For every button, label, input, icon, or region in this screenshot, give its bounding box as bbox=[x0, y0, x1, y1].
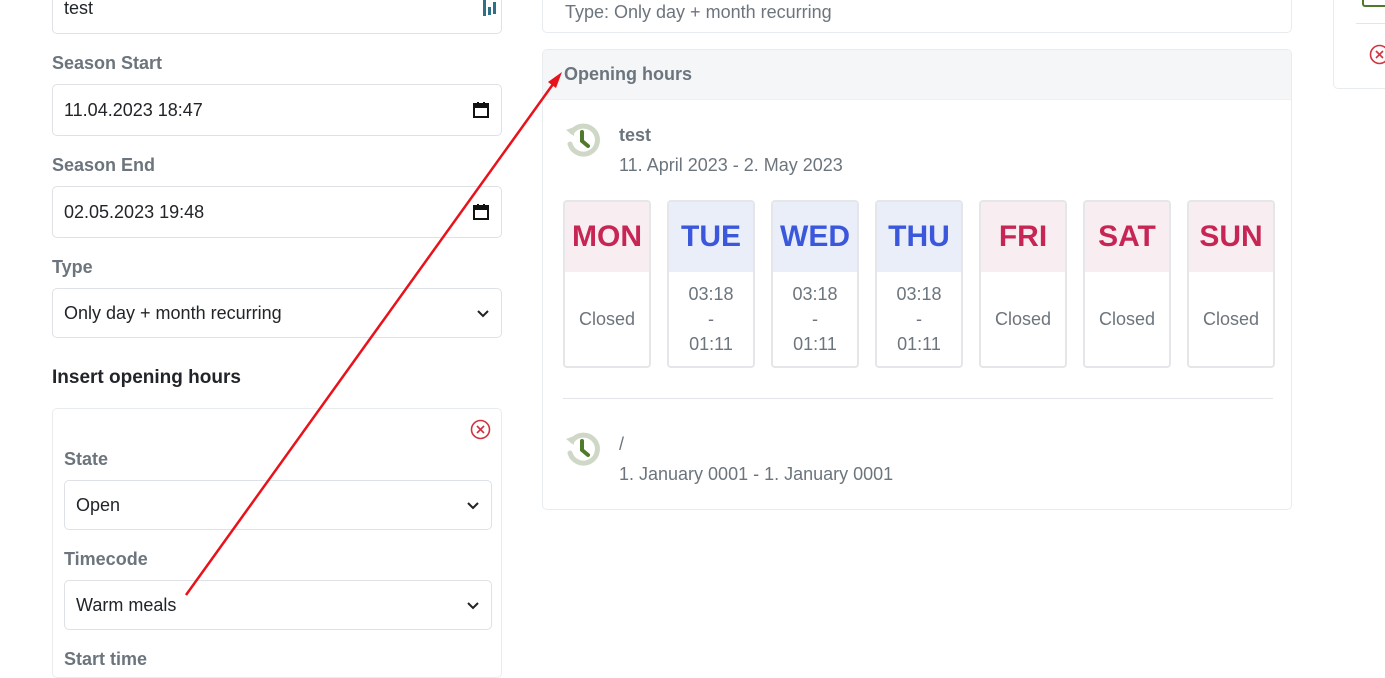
day-label: MON bbox=[565, 202, 649, 272]
opening-hours-entry-form: State Open Timecode Warm meals Start tim… bbox=[52, 408, 502, 678]
day-time-separator: - bbox=[812, 307, 818, 332]
type-select-value: Only day + month recurring bbox=[64, 303, 282, 324]
chevron-down-icon bbox=[466, 598, 480, 612]
opening-hours-card: Opening hours test 11. April 2023 - 2. M… bbox=[542, 49, 1292, 510]
day-label: WED bbox=[773, 202, 857, 272]
state-select[interactable]: Open bbox=[64, 480, 492, 530]
day-status: Closed bbox=[1099, 307, 1155, 332]
season-start-label: Season Start bbox=[52, 53, 162, 74]
day-card-mon: MON Closed bbox=[563, 200, 651, 368]
day-status: Closed bbox=[1203, 307, 1259, 332]
timecode-select-value: Warm meals bbox=[76, 595, 176, 616]
state-select-value: Open bbox=[76, 495, 120, 516]
day-close-time: 01:11 bbox=[689, 332, 733, 357]
day-label: SAT bbox=[1085, 202, 1169, 272]
day-label: THU bbox=[877, 202, 961, 272]
day-time-separator: - bbox=[708, 307, 714, 332]
side-actions-card bbox=[1333, 0, 1385, 89]
remove-icon[interactable] bbox=[1369, 44, 1385, 65]
day-status: Closed bbox=[579, 307, 635, 332]
side-separator bbox=[1356, 23, 1385, 24]
day-label: SUN bbox=[1189, 202, 1273, 272]
day-label: TUE bbox=[669, 202, 753, 272]
insert-opening-hours-title: Insert opening hours bbox=[52, 367, 241, 389]
entry-date-range: 1. January 0001 - 1. January 0001 bbox=[619, 464, 893, 485]
password-manager-icon[interactable] bbox=[483, 0, 496, 16]
name-input-value: test bbox=[64, 0, 93, 19]
entry-divider bbox=[563, 398, 1273, 399]
day-status: Closed bbox=[995, 307, 1051, 332]
summary-type-text: Type: Only day + month recurring bbox=[565, 2, 832, 23]
day-open-time: 03:18 bbox=[896, 282, 941, 307]
type-select[interactable]: Only day + month recurring bbox=[52, 288, 502, 338]
opening-hours-title: Opening hours bbox=[543, 50, 1291, 100]
type-label: Type bbox=[52, 257, 93, 278]
season-end-label: Season End bbox=[52, 155, 155, 176]
chevron-down-icon bbox=[476, 306, 490, 320]
remove-entry-icon[interactable] bbox=[470, 419, 491, 440]
day-card-tue: TUE 03:18 - 01:11 bbox=[667, 200, 755, 368]
entry-title: / bbox=[619, 434, 624, 455]
day-open-time: 03:18 bbox=[792, 282, 837, 307]
save-icon[interactable] bbox=[1362, 0, 1385, 7]
name-input[interactable]: test bbox=[52, 0, 502, 34]
day-card-sat: SAT Closed bbox=[1083, 200, 1171, 368]
calendar-icon[interactable] bbox=[472, 203, 490, 221]
summary-card: Type: Only day + month recurring bbox=[542, 0, 1292, 33]
day-time-separator: - bbox=[916, 307, 922, 332]
entry-title: test bbox=[619, 125, 651, 146]
day-card-thu: THU 03:18 - 01:11 bbox=[875, 200, 963, 368]
day-close-time: 01:11 bbox=[897, 332, 941, 357]
chevron-down-icon bbox=[466, 498, 480, 512]
day-close-time: 01:11 bbox=[793, 332, 837, 357]
history-icon bbox=[563, 120, 603, 160]
day-label: FRI bbox=[981, 202, 1065, 272]
season-start-value: 11.04.2023 18:47 bbox=[64, 100, 203, 121]
day-card-wed: WED 03:18 - 01:11 bbox=[771, 200, 859, 368]
season-start-input[interactable]: 11.04.2023 18:47 bbox=[52, 84, 502, 136]
weekday-grid: MON Closed TUE 03:18 - 01:11 WED 03:18 -… bbox=[563, 200, 1275, 368]
season-end-input[interactable]: 02.05.2023 19:48 bbox=[52, 186, 502, 238]
history-icon bbox=[563, 429, 603, 469]
entry-date-range: 11. April 2023 - 2. May 2023 bbox=[619, 155, 843, 176]
state-label: State bbox=[64, 449, 108, 470]
season-end-value: 02.05.2023 19:48 bbox=[64, 202, 204, 223]
start-time-label: Start time bbox=[64, 649, 147, 670]
timecode-label: Timecode bbox=[64, 549, 148, 570]
day-card-fri: FRI Closed bbox=[979, 200, 1067, 368]
timecode-select[interactable]: Warm meals bbox=[64, 580, 492, 630]
day-card-sun: SUN Closed bbox=[1187, 200, 1275, 368]
calendar-icon[interactable] bbox=[472, 101, 490, 119]
day-open-time: 03:18 bbox=[688, 282, 733, 307]
